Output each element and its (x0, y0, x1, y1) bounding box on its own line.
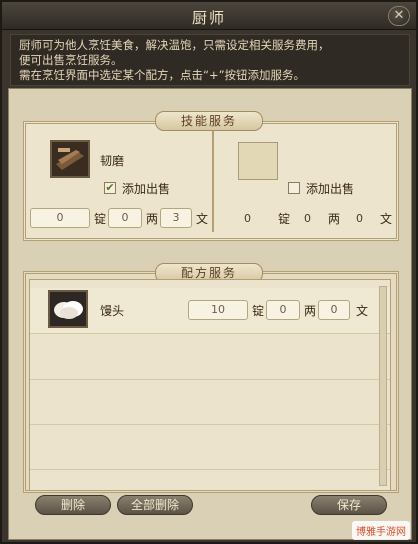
ding-input[interactable]: 0 (30, 208, 90, 228)
chef-window: 厨师 ✕ 厨师可为他人烹饪美食，解决温饱，只需设定相关服务费用， 便可出售烹饪服… (0, 0, 418, 544)
wen-unit: 文 (356, 304, 369, 318)
ding-unit: 锭 (278, 212, 291, 226)
add-sale-checkbox[interactable] (288, 182, 300, 194)
wen-input[interactable]: 3 (160, 208, 192, 228)
liang-unit: 两 (328, 212, 341, 226)
recipe-list: 馒头 10 锭 0 两 0 文 (29, 279, 391, 491)
skill-item-name: 韧磨 (100, 154, 125, 168)
save-button[interactable]: 保存 (311, 495, 387, 515)
empty-recipe-row[interactable] (30, 426, 390, 470)
empty-recipe-row[interactable] (30, 381, 390, 425)
add-sale-label: 添加出售 (306, 182, 355, 196)
ding-unit: 锭 (94, 212, 107, 226)
empty-recipe-row[interactable] (30, 336, 390, 380)
wen-unit: 文 (196, 212, 209, 226)
wen-value: 0 (356, 212, 363, 225)
skill-service-panel: 韧磨 ✔ 添加出售 0 锭 0 两 3 文 添加出售 0 锭 0 两 0 文 (23, 121, 399, 241)
recipe-item-icon[interactable] (48, 290, 88, 328)
description-line: 需在烹饪界面中选定某个配方，点击“+”按钮添加服务。 (19, 68, 306, 82)
wen-input[interactable]: 0 (318, 300, 350, 320)
close-icon: ✕ (393, 8, 405, 23)
close-button[interactable]: ✕ (388, 6, 410, 26)
delete-button[interactable]: 删除 (35, 495, 111, 515)
liang-input[interactable]: 0 (108, 208, 142, 228)
recipe-scrollbar[interactable] (379, 286, 387, 486)
content-panel: 韧磨 ✔ 添加出售 0 锭 0 两 3 文 添加出售 0 锭 0 两 0 文 技… (8, 88, 412, 540)
recipe-row[interactable]: 馒头 10 锭 0 两 0 文 (30, 288, 390, 334)
liang-value: 0 (304, 212, 311, 225)
skill-slot-right[interactable]: 添加出售 0 锭 0 两 0 文 (216, 124, 396, 238)
ding-unit: 锭 (252, 304, 265, 318)
skill-item-icon[interactable] (50, 140, 90, 178)
description-line: 厨师可为他人烹饪美食，解决温饱，只需设定相关服务费用， (19, 38, 330, 52)
ding-input[interactable]: 10 (188, 300, 248, 320)
steamed-bun-icon (50, 292, 86, 326)
site-watermark: 博雅手游网 (352, 521, 410, 540)
liang-unit: 两 (146, 212, 159, 226)
skill-service-title: 技能服务 (155, 111, 263, 131)
section-divider (212, 130, 214, 232)
ding-value: 0 (244, 212, 251, 225)
empty-item-slot[interactable] (238, 142, 278, 180)
add-sale-label: 添加出售 (122, 182, 171, 196)
description-box: 厨师可为他人烹饪美食，解决温饱，只需设定相关服务费用， 便可出售烹饪服务。 需在… (10, 34, 410, 86)
window-title: 厨师 (191, 9, 226, 27)
liang-unit: 两 (304, 304, 317, 318)
wen-unit: 文 (380, 212, 393, 226)
liang-input[interactable]: 0 (266, 300, 300, 320)
title-bar[interactable]: 厨师 ✕ (2, 2, 416, 30)
description-line: 便可出售烹饪服务。 (19, 53, 123, 67)
whetstone-icon (52, 142, 88, 176)
recipe-item-name: 馒头 (100, 304, 125, 318)
add-sale-checkbox[interactable]: ✔ (104, 182, 116, 194)
skill-slot-left[interactable]: 韧磨 ✔ 添加出售 0 锭 0 两 3 文 (26, 124, 212, 238)
delete-all-button[interactable]: 全部删除 (117, 495, 193, 515)
